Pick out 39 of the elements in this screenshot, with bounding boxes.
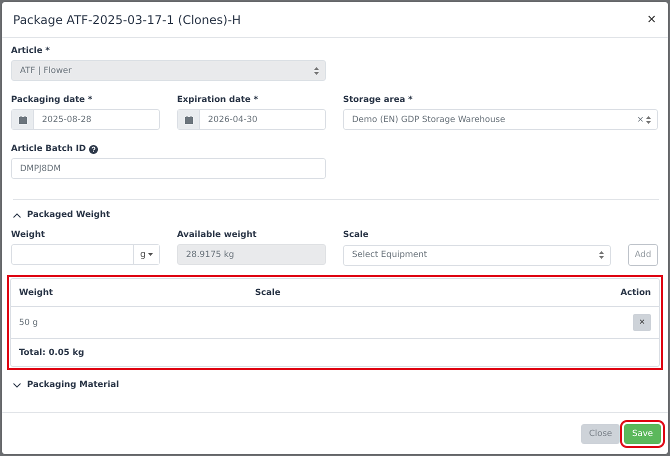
calendar-icon xyxy=(184,116,192,124)
table-cell-text: 50 g xyxy=(19,318,39,328)
remove-button[interactable]: × xyxy=(633,314,651,331)
batch-id-field[interactable]: DMPJ8DM xyxy=(11,158,326,179)
clear-icon[interactable]: × xyxy=(636,114,644,124)
chevron-up-icon xyxy=(13,212,21,218)
calendar-icon xyxy=(18,116,26,124)
save-button[interactable]: Save xyxy=(624,424,661,444)
total-text: Total: 0.05 kg xyxy=(19,348,86,358)
field-label: Weight xyxy=(11,230,46,240)
field-label: Packaging date * xyxy=(11,95,94,105)
section-toggle[interactable]: Packaging Material xyxy=(11,370,659,400)
field-label: Available weight xyxy=(177,230,258,240)
column-header: Weight xyxy=(19,288,54,298)
available-weight-field: 28.9175 kg xyxy=(177,244,326,265)
sort-arrows-icon xyxy=(646,116,651,124)
field-label: Storage area * xyxy=(343,95,414,105)
scale-select[interactable]: Select Equipment xyxy=(343,244,611,266)
help-icon xyxy=(88,144,98,154)
chevron-down-icon xyxy=(13,382,21,388)
close-footer-button[interactable]: Close xyxy=(580,424,620,444)
date-field[interactable]: 2026-04-30 xyxy=(177,109,326,130)
caret-icon xyxy=(148,253,153,256)
field-label: Expiration date * xyxy=(177,95,260,105)
column-header: Scale xyxy=(255,288,282,298)
date-field[interactable]: 2025-08-28 xyxy=(11,109,160,130)
unit-dropdown[interactable]: g xyxy=(133,245,159,264)
close-button[interactable]: × xyxy=(647,11,656,28)
field-label: Article * xyxy=(11,46,51,56)
sort-arrows-icon xyxy=(314,66,319,74)
section-toggle[interactable]: Packaged Weight xyxy=(11,200,659,230)
column-header: Action xyxy=(620,288,651,298)
weight-field[interactable]: g xyxy=(11,244,160,265)
add-button[interactable]: Add xyxy=(628,244,658,266)
field-label: Scale xyxy=(343,230,370,240)
field-label: Article Batch ID xyxy=(11,144,326,154)
storage-select[interactable]: Demo (EN) GDP Storage Warehouse × xyxy=(343,109,658,130)
modal-title: Package ATF-2025-03-17-1 (Clones)-H xyxy=(13,12,241,26)
sort-arrows-icon xyxy=(599,251,604,259)
